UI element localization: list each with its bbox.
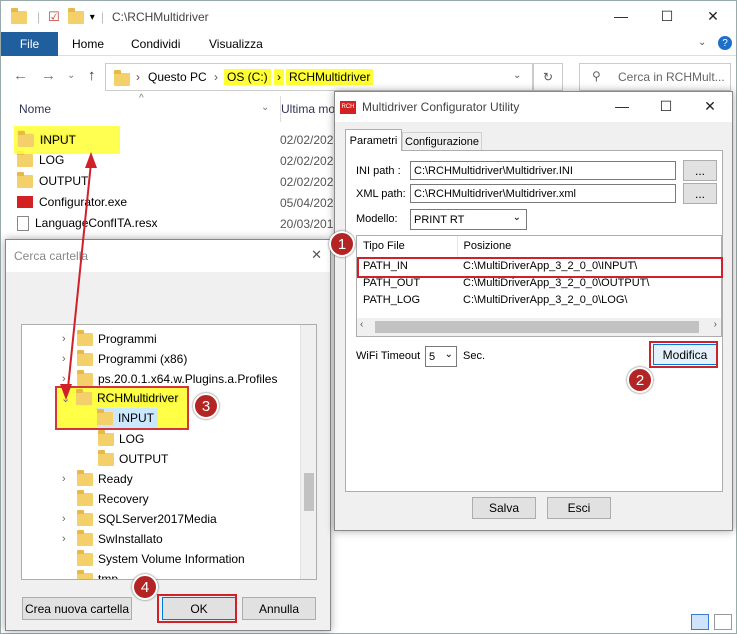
tab-parametri[interactable]: Parametri (345, 129, 402, 151)
step-badge-4: 4 (132, 574, 158, 600)
annotation-arrow (60, 152, 97, 400)
step-badge-1: 1 (329, 231, 355, 257)
step-badge-2: 2 (627, 367, 653, 393)
step-badge-3: 3 (193, 393, 219, 419)
